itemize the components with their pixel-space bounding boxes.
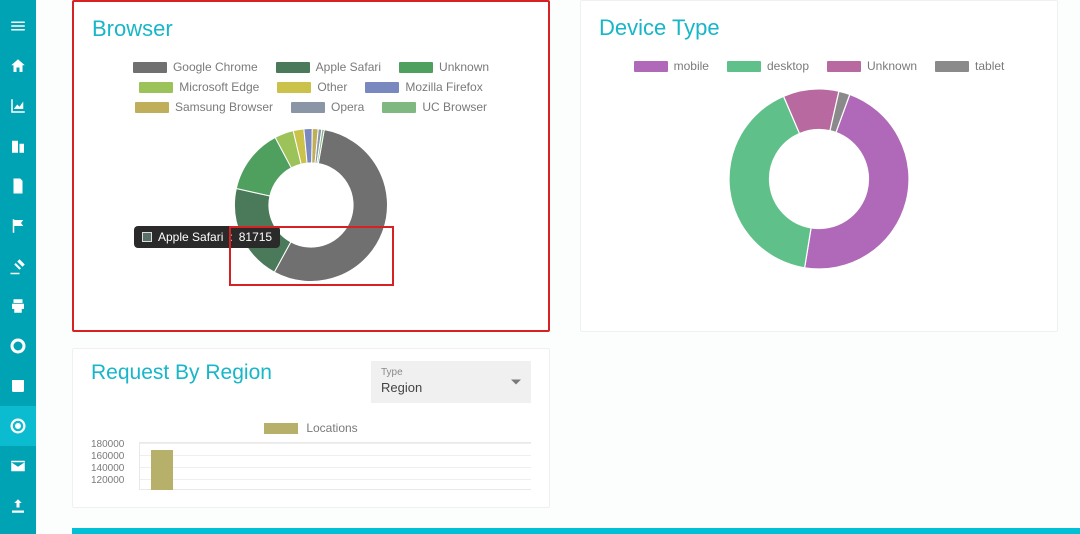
legend-label: Locations: [306, 421, 357, 435]
legend-swatch: [133, 62, 167, 73]
upload-icon[interactable]: [0, 486, 36, 526]
browser-title: Browser: [92, 16, 530, 42]
region-type-select[interactable]: Type Region: [371, 361, 531, 403]
legend-item[interactable]: Microsoft Edge: [139, 80, 259, 94]
legend-label: UC Browser: [422, 100, 487, 114]
legend-item[interactable]: Opera: [291, 100, 364, 114]
legend-item[interactable]: Samsung Browser: [135, 100, 273, 114]
legend-item[interactable]: Other: [277, 80, 347, 94]
legend-label: Unknown: [867, 59, 917, 73]
legend-label: Unknown: [439, 60, 489, 74]
y-tick: 120000: [91, 475, 124, 487]
legend-label: desktop: [767, 59, 809, 73]
legend-swatch: [291, 102, 325, 113]
legend-swatch: [139, 82, 173, 93]
legend-item[interactable]: mobile: [634, 59, 709, 73]
legend-item[interactable]: Apple Safari: [276, 60, 381, 74]
legend-swatch: [276, 62, 310, 73]
device-card: Device Type mobile desktop Unknown tablet: [580, 0, 1058, 332]
legend-label: tablet: [975, 59, 1004, 73]
legend-item[interactable]: tablet: [935, 59, 1004, 73]
target-icon[interactable]: [0, 406, 36, 446]
news-icon[interactable]: [0, 366, 36, 406]
tooltip-value: 81715: [239, 230, 272, 244]
lifebuoy-icon[interactable]: [0, 326, 36, 366]
legend-swatch: [365, 82, 399, 93]
legend-swatch: [634, 61, 668, 72]
legend-swatch: [264, 423, 298, 434]
region-title: Request By Region: [91, 361, 272, 385]
legend-label: Mozilla Firefox: [405, 80, 482, 94]
legend-swatch: [277, 82, 311, 93]
legend-item[interactable]: UC Browser: [382, 100, 487, 114]
chevron-down-icon: [511, 380, 521, 385]
y-tick: 180000: [91, 439, 124, 451]
tooltip-swatch: [142, 232, 152, 242]
grid: [139, 442, 531, 490]
bar: [151, 450, 173, 490]
type-label: Type: [381, 367, 521, 378]
menu-icon[interactable]: [0, 6, 36, 46]
legend-item[interactable]: Unknown: [827, 59, 917, 73]
legend-swatch: [382, 102, 416, 113]
tooltip-label: Apple Safari: [158, 230, 223, 244]
y-tick: 160000: [91, 451, 124, 463]
legend-swatch: [935, 61, 969, 72]
sidebar: [0, 0, 36, 534]
buildings-icon[interactable]: [0, 126, 36, 166]
y-tick: 140000: [91, 463, 124, 475]
legend-label: Apple Safari: [316, 60, 381, 74]
legend-label: mobile: [674, 59, 709, 73]
legend-item[interactable]: Unknown: [399, 60, 489, 74]
device-title: Device Type: [599, 15, 1039, 41]
bottom-accent: [72, 528, 1080, 534]
legend-swatch: [135, 102, 169, 113]
device-legend[interactable]: mobile desktop Unknown tablet: [599, 59, 1039, 73]
legend-label: Other: [317, 80, 347, 94]
legend-item[interactable]: desktop: [727, 59, 809, 73]
home-icon[interactable]: [0, 46, 36, 86]
legend-item[interactable]: Google Chrome: [133, 60, 258, 74]
browser-card: Browser Google Chrome Apple Safari Unknown…: [72, 0, 550, 332]
legend-label: Samsung Browser: [175, 100, 273, 114]
flag-icon[interactable]: [0, 206, 36, 246]
legend-label: Google Chrome: [173, 60, 258, 74]
legend-swatch: [727, 61, 761, 72]
y-axis: 180000 160000 140000 120000: [91, 439, 124, 487]
mail-icon[interactable]: [0, 446, 36, 486]
browser-legend[interactable]: Google Chrome Apple Safari Unknown Microsof…: [92, 60, 530, 114]
main-content: Browser Google Chrome Apple Safari Unknown…: [36, 0, 1080, 534]
document-icon[interactable]: [0, 166, 36, 206]
chart-icon[interactable]: [0, 86, 36, 126]
print-icon[interactable]: [0, 286, 36, 326]
legend-label: Opera: [331, 100, 364, 114]
legend-item[interactable]: Mozilla Firefox: [365, 80, 482, 94]
type-value: Region: [381, 380, 521, 395]
region-bar-chart[interactable]: 180000 160000 140000 120000: [91, 439, 531, 495]
legend-label: Microsoft Edge: [179, 80, 259, 94]
legend-swatch: [827, 61, 861, 72]
browser-donut-chart[interactable]: [226, 120, 396, 290]
browser-tooltip: Apple Safari: 81715: [134, 226, 280, 248]
region-legend[interactable]: Locations: [91, 421, 531, 435]
gavel-icon[interactable]: [0, 246, 36, 286]
device-donut-chart[interactable]: [719, 79, 919, 279]
region-card: Request By Region Type Region Locations …: [72, 348, 550, 508]
legend-swatch: [399, 62, 433, 73]
